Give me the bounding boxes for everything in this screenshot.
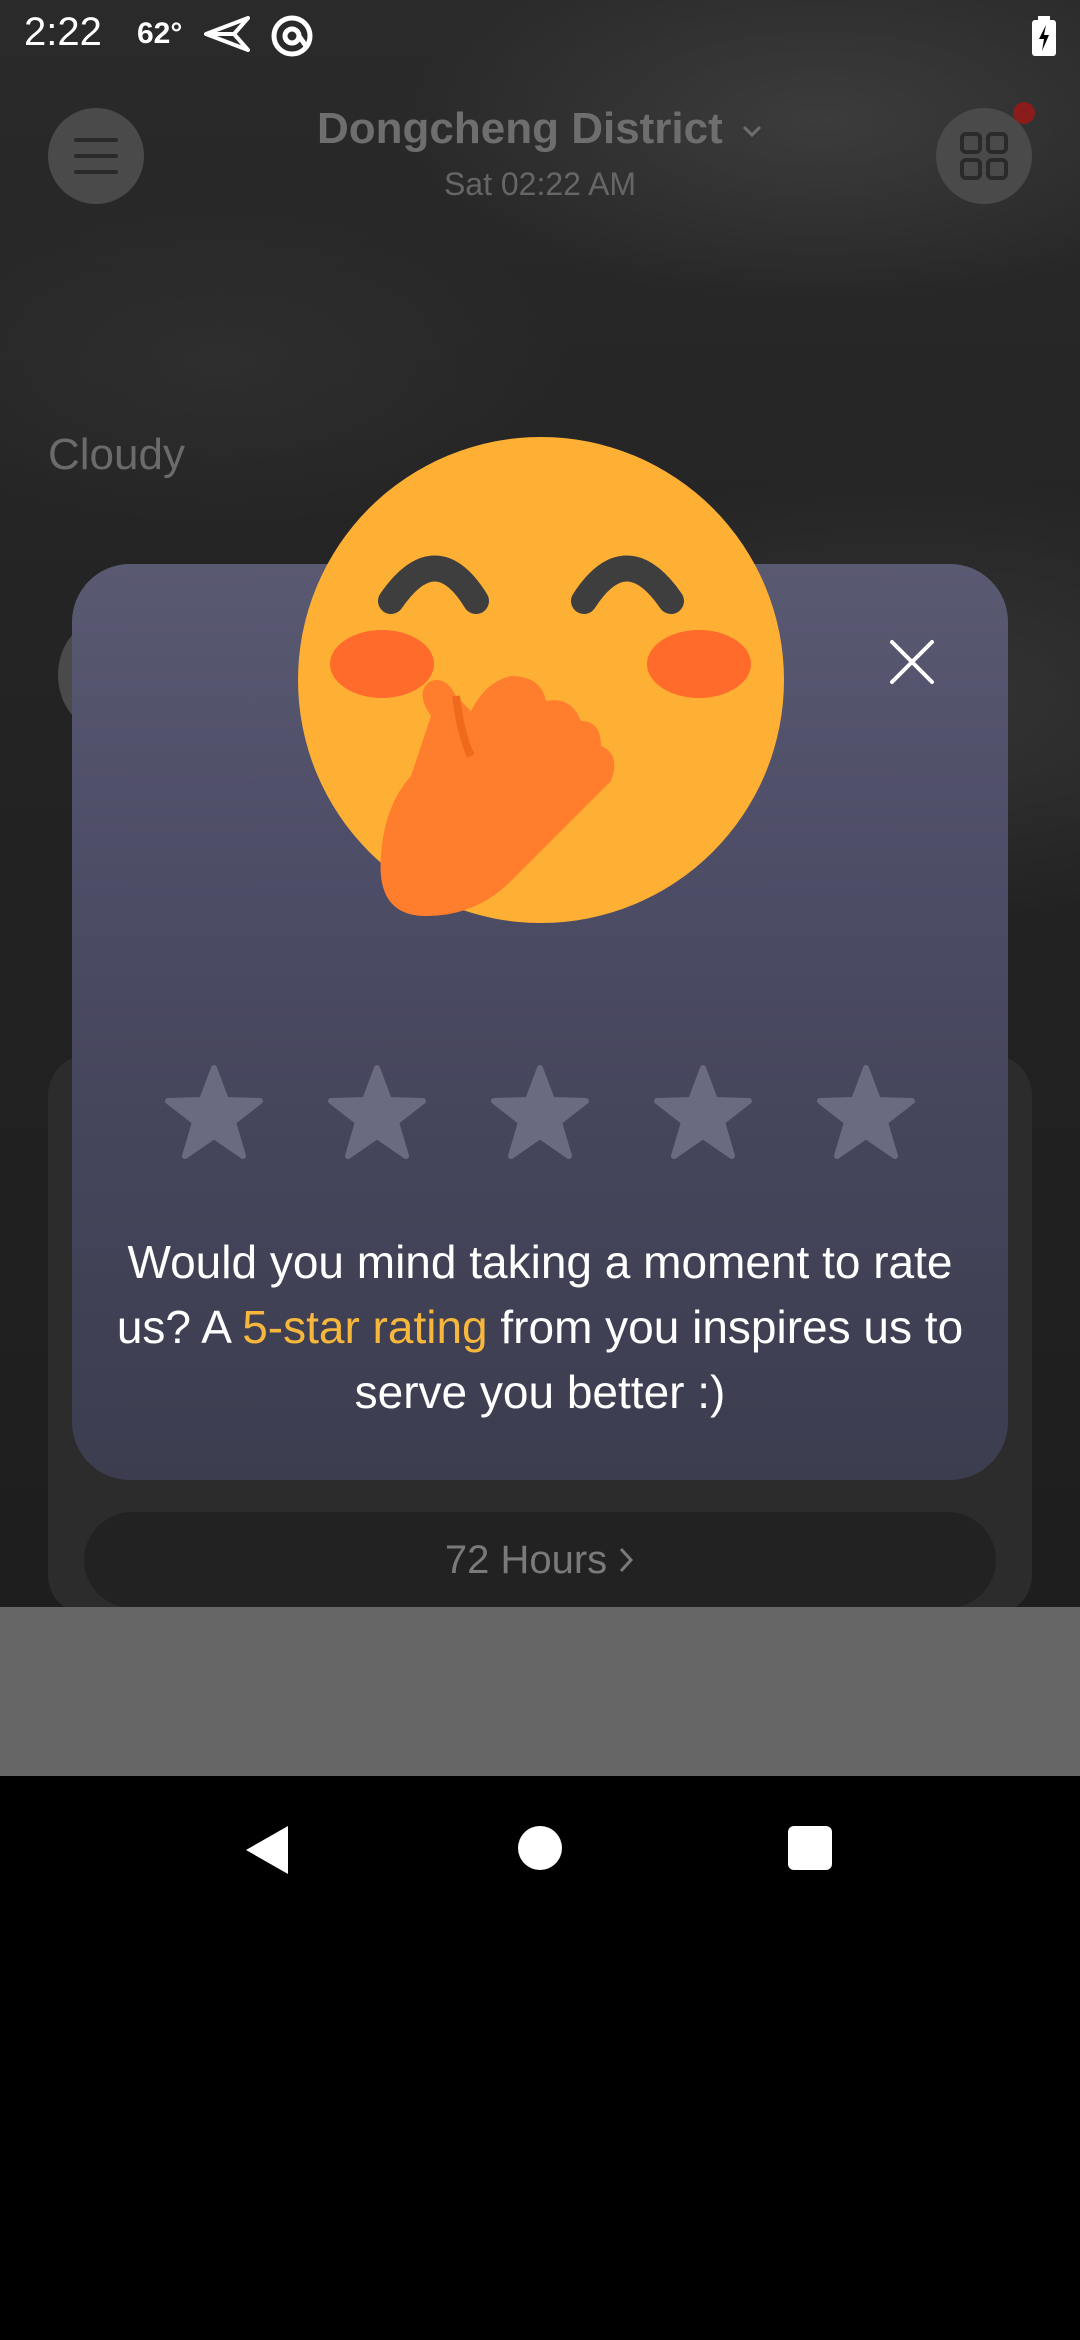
status-time: 2:22 bbox=[24, 10, 102, 54]
chevron-right-icon bbox=[620, 1547, 634, 1573]
location-datetime: Sat 02:22 AM bbox=[443, 166, 637, 202]
star-rating bbox=[0, 1064, 1080, 1164]
star-1-icon[interactable] bbox=[164, 1064, 264, 1160]
gray-strip bbox=[0, 1607, 1080, 1776]
location-selector[interactable]: Dongcheng District bbox=[0, 104, 1080, 154]
rating-message: Would you mind taking a moment to rate u… bbox=[110, 1230, 970, 1425]
back-triangle-icon[interactable] bbox=[244, 1824, 290, 1876]
star-3-icon[interactable] bbox=[490, 1064, 590, 1160]
star-4-icon[interactable] bbox=[653, 1064, 753, 1160]
home-circle-icon[interactable] bbox=[518, 1826, 562, 1870]
rating-message-highlight: 5-star rating bbox=[242, 1301, 488, 1353]
72-hours-button[interactable]: 72 Hours bbox=[84, 1512, 996, 1607]
weather-condition: Cloudy bbox=[48, 430, 185, 479]
send-icon bbox=[204, 16, 250, 52]
chevron-down-icon bbox=[742, 126, 762, 138]
status-bar: 2:22 62° bbox=[0, 0, 1080, 72]
blushing-emoji-icon bbox=[298, 437, 784, 923]
star-2-icon[interactable] bbox=[327, 1064, 427, 1160]
notification-dot bbox=[1013, 102, 1035, 124]
close-icon[interactable] bbox=[880, 630, 944, 694]
at-sign-icon bbox=[271, 15, 313, 57]
recents-square-icon[interactable] bbox=[788, 1826, 832, 1870]
battery-charging-icon bbox=[1032, 16, 1056, 56]
star-5-icon[interactable] bbox=[816, 1064, 916, 1160]
72-hours-label: 72 Hours bbox=[444, 1537, 608, 1582]
location-name: Dongcheng District bbox=[316, 104, 723, 153]
status-temperature: 62° bbox=[137, 17, 183, 50]
